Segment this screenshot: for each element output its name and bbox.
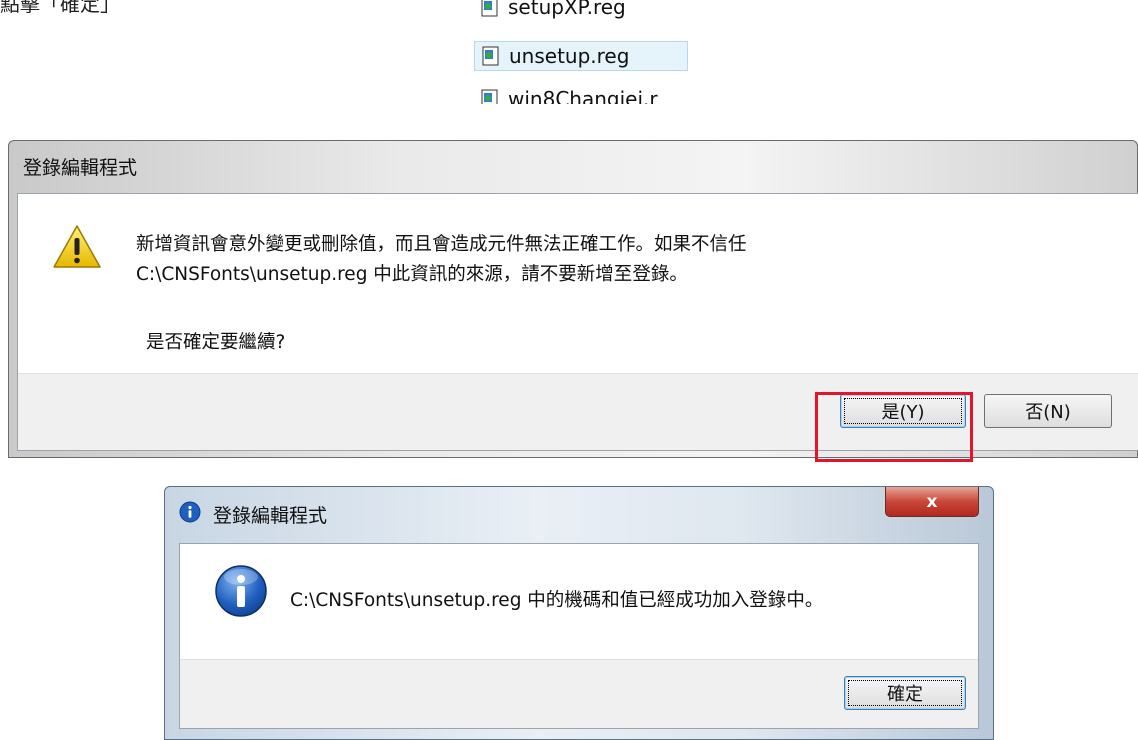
instruction-caption: 點擊「確定」 xyxy=(0,0,120,16)
dialog-button-bar: 確定 xyxy=(180,659,978,728)
dialog-message: 新增資訊會意外變更或刪除值，而且會造成元件無法正確工作。如果不信任 C:\CNS… xyxy=(136,230,747,290)
close-button[interactable]: x xyxy=(885,487,979,517)
warning-icon xyxy=(52,224,102,270)
registry-file-icon xyxy=(481,46,501,66)
focus-ring xyxy=(848,680,962,706)
dialog-body: C:\CNSFonts\unsetup.reg 中的機碼和值已經成功加入登錄中。… xyxy=(179,543,979,729)
close-icon: x xyxy=(926,491,938,512)
file-name: setupXP.reg xyxy=(508,0,626,19)
dialog-title: 登錄編輯程式 xyxy=(213,505,328,527)
dialog-question: 是否確定要繼續? xyxy=(146,332,286,353)
information-icon xyxy=(214,564,268,618)
highlight-box xyxy=(815,392,973,462)
message-line-2: C:\CNSFonts\unsetup.reg 中此資訊的來源，請不要新增至登錄… xyxy=(136,264,688,285)
dialog-message: C:\CNSFonts\unsetup.reg 中的機碼和值已經成功加入登錄中。 xyxy=(290,590,824,611)
no-button-label: 否(N) xyxy=(1025,402,1071,423)
message-line-1: 新增資訊會意外變更或刪除值，而且會造成元件無法正確工作。如果不信任 xyxy=(136,234,747,255)
result-dialog: 登錄編輯程式 x C:\CNSFonts\unsetup.reg 中的機碼和值已… xyxy=(164,486,994,740)
no-button[interactable]: 否(N) xyxy=(984,394,1112,428)
file-name: win8Changjei.r xyxy=(508,87,658,104)
ok-button[interactable]: 確定 xyxy=(844,676,966,710)
file-item-setupxp[interactable]: setupXP.reg xyxy=(474,0,688,22)
dialog-title: 登錄編輯程式 xyxy=(23,157,138,179)
file-list: setupXP.reg unsetup.reg win8Changjei.r xyxy=(466,0,696,104)
info-title-icon xyxy=(179,501,201,523)
registry-file-icon xyxy=(480,89,500,104)
file-item-unsetup[interactable]: unsetup.reg xyxy=(474,41,688,71)
file-item-win8changjei[interactable]: win8Changjei.r xyxy=(474,84,688,104)
registry-file-icon xyxy=(480,0,500,17)
file-name: unsetup.reg xyxy=(509,44,630,68)
